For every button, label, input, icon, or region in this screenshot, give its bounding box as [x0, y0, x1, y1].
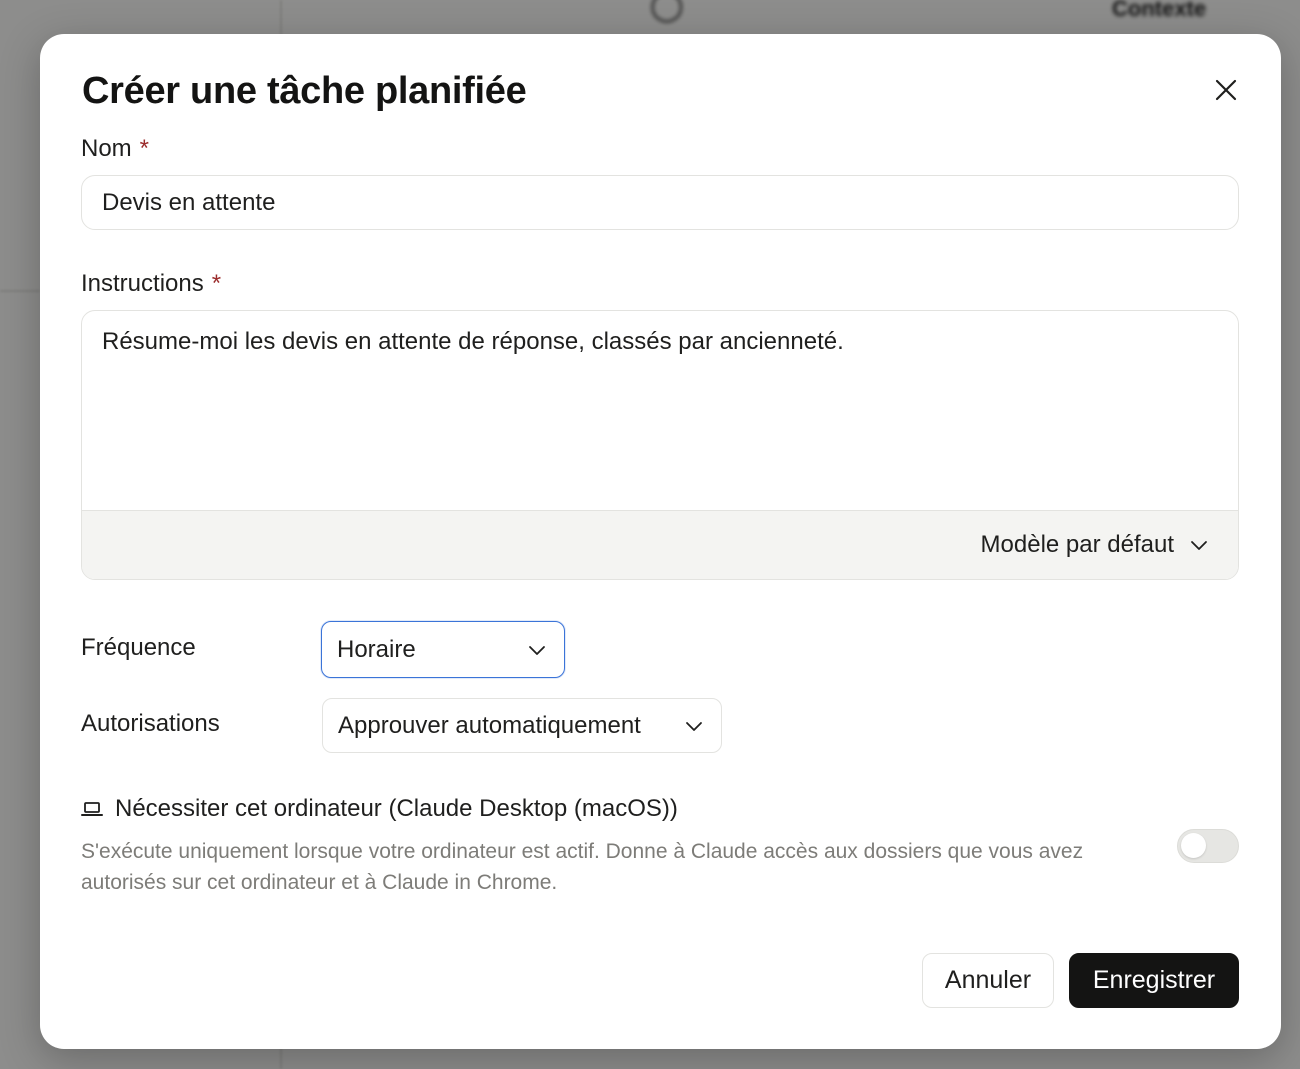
permissions-select[interactable]: Approuver automatiquement	[322, 698, 722, 753]
dialog-title: Créer une tâche planifiée	[82, 70, 527, 112]
cancel-button[interactable]: Annuler	[922, 953, 1054, 1008]
required-marker: *	[211, 270, 222, 297]
frequency-selected-value: Horaire	[337, 635, 416, 663]
permissions-selected-value: Approuver automatiquement	[338, 711, 641, 739]
instructions-textarea[interactable]: Résume-moi les devis en attente de répon…	[82, 311, 1238, 509]
instructions-footer: Modèle par défaut	[82, 510, 1238, 579]
chevron-down-icon	[1191, 541, 1207, 550]
instructions-field-label: Instructions *	[81, 270, 221, 298]
frequency-label: Fréquence	[81, 634, 196, 661]
laptop-icon	[81, 802, 103, 816]
name-label-text: Nom	[81, 135, 132, 162]
device-requirement-heading: Nécessiter cet ordinateur (Claude Deskto…	[81, 795, 678, 823]
model-selector-label: Modèle par défaut	[980, 531, 1174, 558]
close-icon	[1215, 79, 1237, 101]
device-requirement-toggle[interactable]	[1177, 829, 1239, 863]
permissions-label: Autorisations	[81, 710, 220, 737]
toggle-knob	[1181, 833, 1206, 858]
name-input[interactable]	[81, 175, 1239, 230]
model-selector[interactable]: Modèle par défaut	[981, 511, 1208, 579]
chevron-down-icon	[529, 645, 545, 655]
instructions-field: Résume-moi les devis en attente de répon…	[81, 310, 1239, 580]
chevron-down-icon	[686, 721, 702, 731]
close-button[interactable]	[1210, 74, 1242, 106]
name-field-label: Nom *	[81, 135, 149, 163]
device-requirement-description: S'exécute uniquement lorsque votre ordin…	[81, 840, 1084, 894]
instructions-label-text: Instructions	[81, 270, 204, 297]
device-requirement-title: Nécessiter cet ordinateur (Claude Deskto…	[115, 795, 678, 822]
create-scheduled-task-dialog: Créer une tâche planifiée Nom * Instructi…	[40, 34, 1281, 1049]
required-marker: *	[139, 135, 150, 162]
save-button[interactable]: Enregistrer	[1069, 953, 1239, 1008]
frequency-select[interactable]: Horaire	[321, 621, 565, 678]
